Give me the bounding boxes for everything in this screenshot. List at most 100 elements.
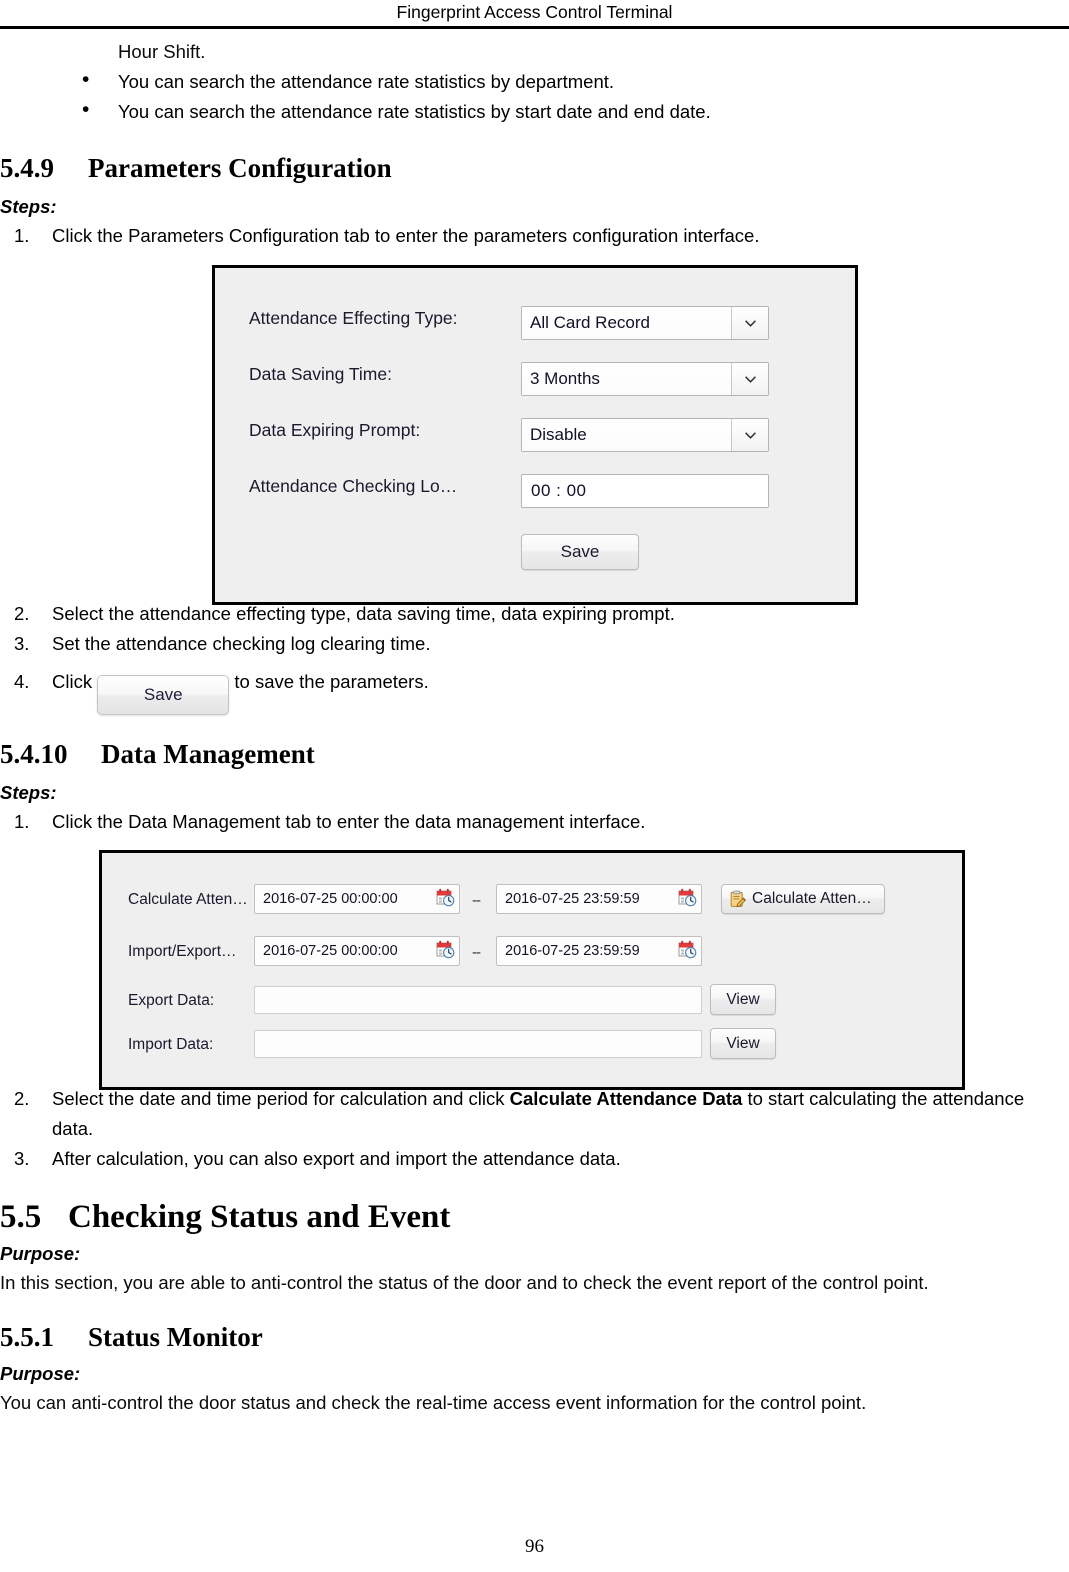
chevron-down-glyph [744, 375, 756, 383]
document-body: Hour Shift. • You can search the attenda… [0, 31, 1069, 1418]
chevron-down-glyph [744, 319, 756, 327]
calendar-clock-icon[interactable] [678, 940, 697, 963]
step-number: 3. [14, 1148, 30, 1169]
steps-list-5-4-10-bottom: 2. Select the date and time period for c… [0, 1084, 1069, 1174]
list-item: • You can search the attendance rate sta… [82, 97, 1069, 127]
chevron-down-glyph [744, 431, 756, 439]
heading-title: Parameters Configuration [88, 153, 392, 183]
heading-title: Checking Status and Event [68, 1199, 451, 1235]
page-header-title: Fingerprint Access Control Terminal [396, 2, 673, 22]
field-label: Attendance Checking Lo… [249, 476, 458, 496]
calculate-attendance-label: Calculate Atten… [128, 891, 248, 908]
import-export-end-date-input[interactable]: 2016-07-25 23:59:59 [496, 936, 702, 966]
clipboard-pencil-icon [729, 890, 747, 908]
step-item: 1. Click the Data Management tab to ente… [0, 807, 1069, 837]
purpose-label-5-5-1: Purpose: [0, 1363, 81, 1384]
heading-5-5: 5.5 Checking Status and Event [0, 1196, 1069, 1238]
step-text: Set the attendance checking log clearing… [52, 633, 431, 654]
heading-number: 5.4.9 [0, 153, 54, 183]
calculate-attendance-data-button[interactable]: Calculate Atten… [721, 884, 885, 914]
heading-title: Status Monitor [88, 1322, 263, 1352]
calendar-clock-icon[interactable] [436, 888, 455, 911]
step-number: 2. [14, 603, 30, 624]
calculate-attendance-start-date-value: 2016-07-25 00:00:00 [263, 891, 398, 907]
heading-title: Data Management [101, 739, 315, 769]
page-number-label: 96 [525, 1536, 544, 1557]
step-number: 1. [14, 811, 30, 832]
purpose-text-5-5-1: You can anti-control the door status and… [0, 1392, 867, 1413]
import-export-end-date-value: 2016-07-25 23:59:59 [505, 943, 640, 959]
data-expiring-prompt-combobox[interactable]: Disable [521, 418, 769, 452]
data-saving-time-value: 3 Months [522, 363, 731, 395]
export-data-view-button-label: View [726, 990, 760, 1008]
import-export-start-date-input[interactable]: 2016-07-25 00:00:00 [254, 936, 460, 966]
parameters-configuration-screenshot: Attendance Effecting Type: All Card Reco… [212, 265, 858, 605]
import-data-input[interactable] [254, 1030, 702, 1058]
chevron-down-icon[interactable] [731, 307, 768, 339]
field-label: Data Saving Time: [249, 364, 392, 384]
field-row-attendance-checking-log: Attendance Checking Lo… [249, 476, 511, 497]
step-text: After calculation, you can also export a… [52, 1148, 621, 1169]
steps-list-5-4-9-top: 1. Click the Parameters Configuration ta… [0, 221, 1069, 251]
step-item: 2. Select the date and time period for c… [0, 1084, 1069, 1144]
inline-save-button[interactable]: Save [97, 675, 230, 715]
import-export-label: Import/Export… [128, 943, 237, 960]
import-data-value [255, 1031, 701, 1039]
calendar-clock-glyph [436, 940, 455, 958]
chevron-down-icon[interactable] [731, 363, 768, 395]
step-item: 4. Click Save to save the parameters. [0, 659, 1069, 715]
step-item: 3. After calculation, you can also expor… [0, 1144, 1069, 1174]
import-export-start-date-value: 2016-07-25 00:00:00 [263, 943, 398, 959]
steps-list-5-4-9-bottom: 2. Select the attendance effecting type,… [0, 599, 1069, 715]
purpose-text-5-5: In this section, you are able to anti-co… [0, 1272, 929, 1293]
page-number: 96 [0, 1536, 1069, 1558]
export-data-label: Export Data: [128, 992, 215, 1009]
field-label: Data Expiring Prompt: [249, 420, 421, 440]
save-button[interactable]: Save [521, 534, 639, 570]
calculate-attendance-end-date-input[interactable]: 2016-07-25 23:59:59 [496, 884, 702, 914]
import-export-range-separator: -- [472, 944, 481, 961]
heading-number: 5.5 [0, 1199, 42, 1235]
step-text: Click the Parameters Configuration tab t… [52, 225, 760, 246]
calendar-clock-glyph [678, 940, 697, 958]
attendance-effecting-type-value: All Card Record [522, 307, 731, 339]
calendar-clock-glyph [436, 888, 455, 906]
bullet-icon: • [82, 68, 90, 91]
step-text-suffix: to save the parameters. [234, 671, 429, 692]
step-number: 3. [14, 633, 30, 654]
attendance-checking-log-time-input[interactable]: 00 : 00 [521, 474, 769, 508]
step-text: Click the Data Management tab to enter t… [52, 811, 646, 832]
import-data-label: Import Data: [128, 1036, 214, 1053]
steps-label-5-4-10: Steps: [0, 782, 57, 803]
export-data-input[interactable] [254, 986, 702, 1014]
step-number: 2. [14, 1088, 30, 1109]
step-item: 3. Set the attendance checking log clear… [0, 629, 1069, 659]
page-header: Fingerprint Access Control Terminal [0, 0, 1069, 28]
chevron-down-icon[interactable] [731, 419, 768, 451]
save-button-label: Save [560, 542, 600, 561]
attendance-checking-log-time-value: 00 : 00 [531, 481, 587, 500]
export-data-view-button[interactable]: View [710, 984, 776, 1015]
header-divider [0, 26, 1069, 29]
field-row-data-saving-time: Data Saving Time: [249, 364, 511, 385]
data-management-screenshot: Calculate Atten… 2016-07-25 00:00:00 -- … [99, 850, 965, 1090]
heading-number: 5.5.1 [0, 1322, 54, 1352]
data-saving-time-combobox[interactable]: 3 Months [521, 362, 769, 396]
calculate-attendance-start-date-input[interactable]: 2016-07-25 00:00:00 [254, 884, 460, 914]
calendar-clock-glyph [678, 888, 697, 906]
purpose-label-5-5: Purpose: [0, 1243, 81, 1264]
field-row-data-expiring-prompt: Data Expiring Prompt: [249, 420, 511, 441]
calculate-attendance-end-date-value: 2016-07-25 23:59:59 [505, 891, 640, 907]
field-row-attendance-effecting-type: Attendance Effecting Type: [249, 308, 511, 329]
import-data-view-button[interactable]: View [710, 1028, 776, 1059]
step-number: 1. [14, 225, 30, 246]
calculate-attendance-data-button-label: Calculate Atten… [752, 890, 872, 907]
calendar-clock-icon[interactable] [436, 940, 455, 963]
attendance-effecting-type-combobox[interactable]: All Card Record [521, 306, 769, 340]
export-data-value [255, 987, 701, 995]
field-label: Attendance Effecting Type: [249, 308, 458, 328]
data-expiring-prompt-value: Disable [522, 419, 731, 451]
intro-trailing-line: Hour Shift. [118, 41, 206, 62]
calendar-clock-icon[interactable] [678, 888, 697, 911]
import-data-view-button-label: View [726, 1034, 760, 1052]
